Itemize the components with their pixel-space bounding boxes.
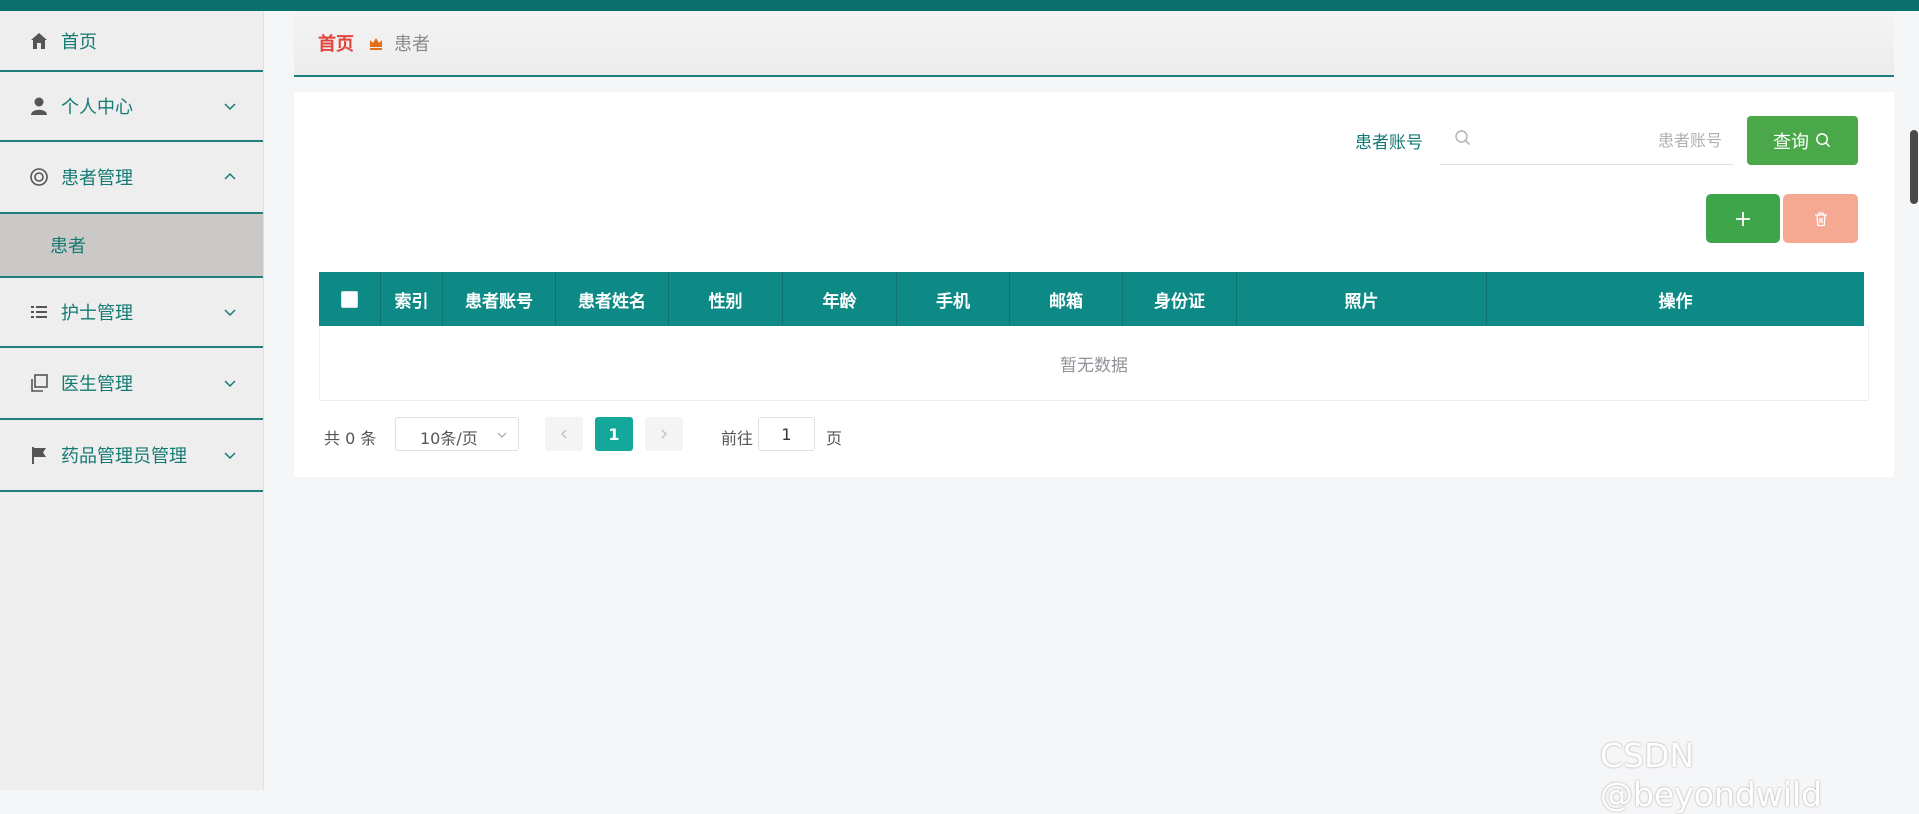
delete-button[interactable] <box>1783 194 1858 243</box>
sidebar-item-pharmacist-management[interactable]: 药品管理员管理 <box>0 420 263 492</box>
select-all-checkbox[interactable] <box>341 290 358 308</box>
prev-page-button[interactable] <box>545 417 583 451</box>
home-icon <box>28 30 50 52</box>
column-header-phone: 手机 <box>897 272 1010 326</box>
copy-icon <box>28 372 50 394</box>
next-page-button[interactable] <box>645 417 683 451</box>
sidebar-item-label: 个人中心 <box>61 97 133 118</box>
list-icon <box>28 301 50 323</box>
chevron-down-icon <box>224 452 236 460</box>
column-header-index: 索引 <box>381 272 443 326</box>
sidebar-subitem-label: 患者 <box>50 236 86 257</box>
sidebar-item-nurse-management[interactable]: 护士管理 <box>0 278 263 348</box>
goto-label: 前往 <box>721 429 754 448</box>
search-icon <box>1455 130 1470 145</box>
chevron-left-icon <box>560 429 567 439</box>
add-button[interactable] <box>1706 194 1780 243</box>
patient-table: 索引 患者账号 患者姓名 性别 年龄 手机 邮箱 身份证 照片 操作 暂无数据 <box>319 272 1869 401</box>
page-number-button[interactable]: 1 <box>595 417 633 451</box>
page-size-select[interactable]: 10条/页 <box>395 417 519 451</box>
chevron-down-icon <box>224 309 236 317</box>
goto-page-input[interactable] <box>758 417 815 451</box>
sidebar: 首页 个人中心 患者管理 患者 护士管理 医生管理 药品管理员管理 <box>0 11 264 790</box>
watermark: CSDN @beyondwild <box>1600 736 1823 814</box>
pagination-total: 共 0 条 <box>324 429 377 448</box>
column-header-email: 邮箱 <box>1010 272 1123 326</box>
chevron-down-icon <box>224 380 236 388</box>
search-label: 患者账号 <box>1355 133 1423 153</box>
column-header-age: 年龄 <box>783 272 897 326</box>
column-header-id-card: 身份证 <box>1123 272 1237 326</box>
column-header-actions: 操作 <box>1658 291 1693 312</box>
query-button[interactable]: 查询 <box>1747 116 1858 165</box>
pagination: 共 0 条 10条/页 1 前往 页 <box>324 417 1224 453</box>
breadcrumb: 首页 患者 <box>294 11 1894 77</box>
search-icon <box>1816 133 1831 148</box>
main-card: 患者账号 查询 索引 患者账号 患者姓名 性别 年龄 手机 邮箱 身份证 照片 … <box>294 92 1894 477</box>
sidebar-item-label: 药品管理员管理 <box>61 446 187 467</box>
breadcrumb-home-link[interactable]: 首页 <box>318 30 354 56</box>
trash-icon <box>1814 211 1827 226</box>
column-header-photo: 照片 <box>1237 272 1487 326</box>
sidebar-item-label: 患者管理 <box>61 168 133 189</box>
chevron-right-icon <box>661 429 668 439</box>
sidebar-item-profile[interactable]: 个人中心 <box>0 72 263 142</box>
sidebar-item-label: 护士管理 <box>61 303 133 324</box>
search-field <box>1440 115 1733 165</box>
user-icon <box>28 95 50 117</box>
top-bar <box>0 0 1919 11</box>
sidebar-item-label: 首页 <box>61 31 97 53</box>
chevron-down-icon <box>497 432 507 438</box>
flag-icon <box>28 444 50 466</box>
lifebuoy-icon <box>28 166 50 188</box>
breadcrumb-current: 患者 <box>394 34 430 55</box>
search-input[interactable] <box>1480 123 1724 157</box>
column-header-name: 患者姓名 <box>556 272 669 326</box>
page-size-value: 10条/页 <box>420 429 478 448</box>
table-header: 索引 患者账号 患者姓名 性别 年龄 手机 邮箱 身份证 照片 操作 <box>319 272 1864 326</box>
sidebar-item-label: 医生管理 <box>61 374 133 395</box>
query-button-label: 查询 <box>1773 131 1809 153</box>
crown-icon <box>368 35 384 51</box>
sidebar-subitem-patient[interactable]: 患者 <box>0 214 263 278</box>
column-header-account: 患者账号 <box>443 272 556 326</box>
select-all-header <box>319 272 381 326</box>
sidebar-item-doctor-management[interactable]: 医生管理 <box>0 348 263 420</box>
scrollbar-thumb[interactable] <box>1910 130 1918 204</box>
chevron-down-icon <box>224 103 236 111</box>
goto-suffix: 页 <box>826 429 843 448</box>
sidebar-item-home[interactable]: 首页 <box>0 11 263 72</box>
column-header-gender: 性别 <box>669 272 783 326</box>
sidebar-item-patient-management[interactable]: 患者管理 <box>0 142 263 214</box>
chevron-up-icon <box>224 172 236 180</box>
plus-icon <box>1736 211 1750 226</box>
table-empty-state: 暂无数据 <box>319 326 1869 401</box>
